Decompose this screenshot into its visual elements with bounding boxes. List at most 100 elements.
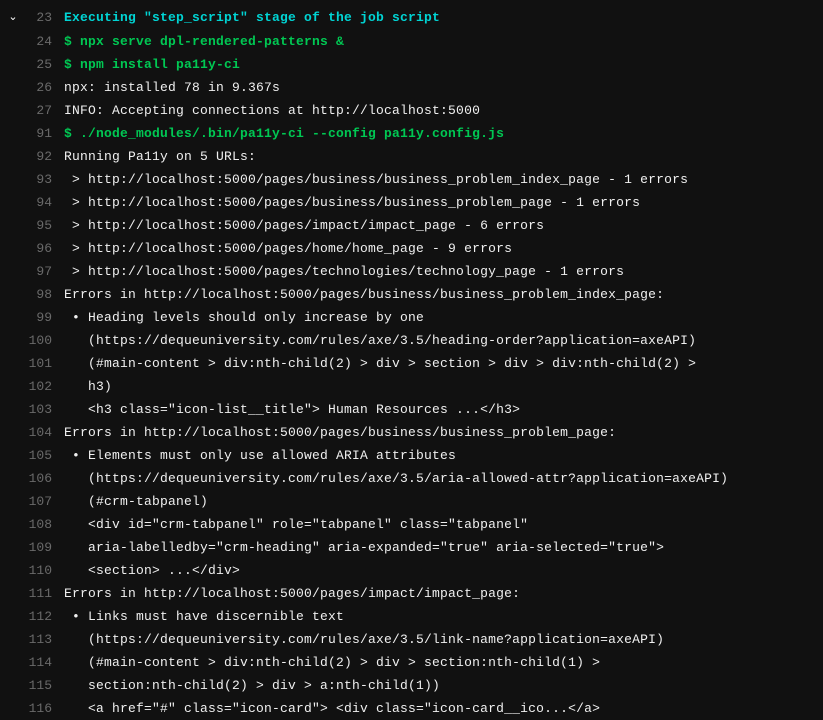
chevron-down-icon: [0, 490, 26, 491]
log-line: 25$ npm install pa11y-ci: [0, 53, 823, 76]
log-text: <h3 class="icon-list__title"> Human Reso…: [64, 398, 823, 421]
chevron-down-icon: [0, 99, 26, 100]
line-number[interactable]: 93: [26, 168, 64, 191]
line-number[interactable]: 110: [26, 559, 64, 582]
line-number[interactable]: 96: [26, 237, 64, 260]
log-text: > http://localhost:5000/pages/business/b…: [64, 191, 823, 214]
log-text: Errors in http://localhost:5000/pages/im…: [64, 582, 823, 605]
log-text: • Links must have discernible text: [64, 605, 823, 628]
line-number[interactable]: 102: [26, 375, 64, 398]
chevron-down-icon: [0, 306, 26, 307]
log-text: <section> ...</div>: [64, 559, 823, 582]
log-line: 101 (#main-content > div:nth-child(2) > …: [0, 352, 823, 375]
chevron-down-icon: [0, 375, 26, 376]
log-line: 91$ ./node_modules/.bin/pa11y-ci --confi…: [0, 122, 823, 145]
log-text: Executing "step_script" stage of the job…: [64, 6, 823, 29]
log-text: <div id="crm-tabpanel" role="tabpanel" c…: [64, 513, 823, 536]
log-text: $ npx serve dpl-rendered-patterns &: [64, 30, 823, 53]
line-number[interactable]: 24: [26, 30, 64, 53]
line-number[interactable]: 105: [26, 444, 64, 467]
log-text: npx: installed 78 in 9.367s: [64, 76, 823, 99]
line-number[interactable]: 27: [26, 99, 64, 122]
chevron-down-icon: [0, 191, 26, 192]
line-number[interactable]: 114: [26, 651, 64, 674]
chevron-down-icon: [0, 559, 26, 560]
log-text: • Heading levels should only increase by…: [64, 306, 823, 329]
chevron-down-icon: [0, 467, 26, 468]
log-line: 100 (https://dequeuniversity.com/rules/a…: [0, 329, 823, 352]
line-number[interactable]: 107: [26, 490, 64, 513]
line-number[interactable]: 109: [26, 536, 64, 559]
chevron-down-icon: [0, 352, 26, 353]
line-number[interactable]: 101: [26, 352, 64, 375]
line-number[interactable]: 91: [26, 122, 64, 145]
log-text: (#crm-tabpanel): [64, 490, 823, 513]
log-line: 105 • Elements must only use allowed ARI…: [0, 444, 823, 467]
log-line: 111Errors in http://localhost:5000/pages…: [0, 582, 823, 605]
line-number[interactable]: 95: [26, 214, 64, 237]
log-text: Errors in http://localhost:5000/pages/bu…: [64, 421, 823, 444]
chevron-down-icon: [0, 122, 26, 123]
line-number[interactable]: 112: [26, 605, 64, 628]
line-number[interactable]: 108: [26, 513, 64, 536]
log-line: 24$ npx serve dpl-rendered-patterns &: [0, 30, 823, 53]
chevron-down-icon: [0, 237, 26, 238]
log-text: • Elements must only use allowed ARIA at…: [64, 444, 823, 467]
log-line: 114 (#main-content > div:nth-child(2) > …: [0, 651, 823, 674]
log-line: ⌄23Executing "step_script" stage of the …: [0, 6, 823, 30]
log-text: Running Pa11y on 5 URLs:: [64, 145, 823, 168]
chevron-down-icon: [0, 30, 26, 31]
log-line: 108 <div id="crm-tabpanel" role="tabpane…: [0, 513, 823, 536]
log-text: > http://localhost:5000/pages/impact/imp…: [64, 214, 823, 237]
log-text: Errors in http://localhost:5000/pages/bu…: [64, 283, 823, 306]
line-number[interactable]: 99: [26, 306, 64, 329]
log-output: ⌄23Executing "step_script" stage of the …: [0, 0, 823, 720]
line-number[interactable]: 106: [26, 467, 64, 490]
log-line: 106 (https://dequeuniversity.com/rules/a…: [0, 467, 823, 490]
chevron-down-icon: [0, 444, 26, 445]
log-text: (#main-content > div:nth-child(2) > div …: [64, 651, 823, 674]
line-number[interactable]: 92: [26, 145, 64, 168]
log-line: 96 > http://localhost:5000/pages/home/ho…: [0, 237, 823, 260]
line-number[interactable]: 97: [26, 260, 64, 283]
log-line: 26npx: installed 78 in 9.367s: [0, 76, 823, 99]
log-line: 104Errors in http://localhost:5000/pages…: [0, 421, 823, 444]
log-line: 94 > http://localhost:5000/pages/busines…: [0, 191, 823, 214]
log-line: 103 <h3 class="icon-list__title"> Human …: [0, 398, 823, 421]
chevron-down-icon: [0, 421, 26, 422]
chevron-down-icon[interactable]: ⌄: [0, 6, 26, 30]
log-text: (https://dequeuniversity.com/rules/axe/3…: [64, 467, 823, 490]
log-line: 97 > http://localhost:5000/pages/technol…: [0, 260, 823, 283]
log-text: (https://dequeuniversity.com/rules/axe/3…: [64, 628, 823, 651]
log-text: $ npm install pa11y-ci: [64, 53, 823, 76]
line-number[interactable]: 94: [26, 191, 64, 214]
log-line: 27INFO: Accepting connections at http://…: [0, 99, 823, 122]
chevron-down-icon: [0, 329, 26, 330]
chevron-down-icon: [0, 697, 26, 698]
chevron-down-icon: [0, 628, 26, 629]
line-number[interactable]: 115: [26, 674, 64, 697]
line-number[interactable]: 104: [26, 421, 64, 444]
log-text: (https://dequeuniversity.com/rules/axe/3…: [64, 329, 823, 352]
chevron-down-icon: [0, 398, 26, 399]
line-number[interactable]: 26: [26, 76, 64, 99]
log-line: 107 (#crm-tabpanel): [0, 490, 823, 513]
chevron-down-icon: [0, 674, 26, 675]
line-number[interactable]: 23: [26, 6, 64, 29]
chevron-down-icon: [0, 145, 26, 146]
log-line: 93 > http://localhost:5000/pages/busines…: [0, 168, 823, 191]
line-number[interactable]: 100: [26, 329, 64, 352]
line-number[interactable]: 113: [26, 628, 64, 651]
log-line: 109 aria-labelledby="crm-heading" aria-e…: [0, 536, 823, 559]
chevron-down-icon: [0, 214, 26, 215]
chevron-down-icon: [0, 582, 26, 583]
log-line: 102 h3): [0, 375, 823, 398]
line-number[interactable]: 25: [26, 53, 64, 76]
log-text: INFO: Accepting connections at http://lo…: [64, 99, 823, 122]
line-number[interactable]: 98: [26, 283, 64, 306]
chevron-down-icon: [0, 283, 26, 284]
line-number[interactable]: 103: [26, 398, 64, 421]
log-line: 112 • Links must have discernible text: [0, 605, 823, 628]
line-number[interactable]: 111: [26, 582, 64, 605]
log-text: section:nth-child(2) > div > a:nth-child…: [64, 674, 823, 697]
